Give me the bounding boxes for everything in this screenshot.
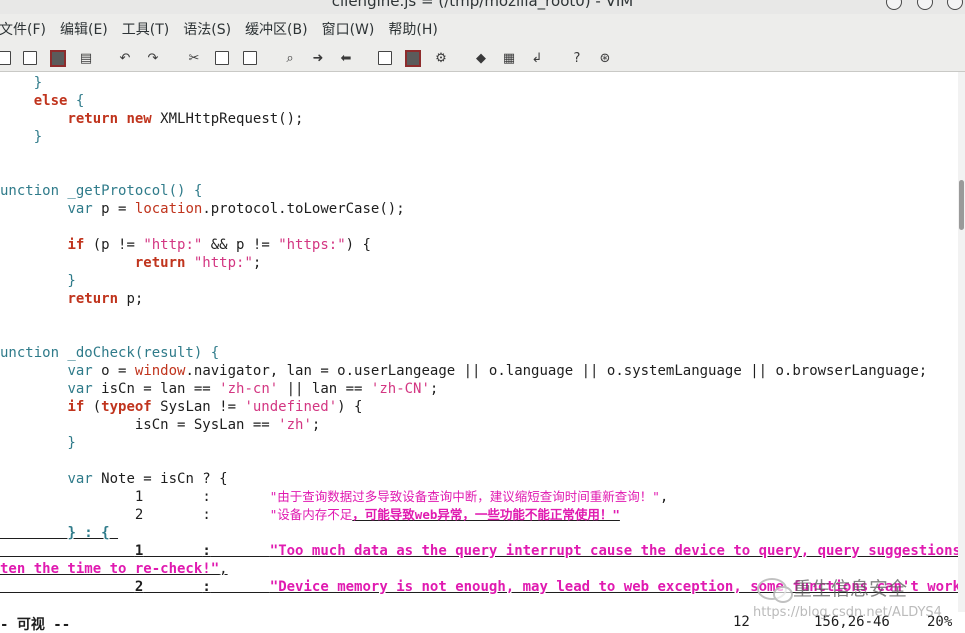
toolbar: ▤ ↶ ↷ ✂ ⌕ ➜ ⬅ ⚙ ◆ ▦ ↲ ? ⊛: [0, 44, 965, 72]
help-icon[interactable]: ?: [569, 50, 585, 66]
cursor-position: 156,26-46: [814, 614, 890, 630]
code-line: unction _doCheck(result) {: [0, 345, 220, 361]
code-line: if (typeof SysLan != 'undefined') {: [67, 399, 363, 415]
code-editor[interactable]: } else { return new XMLHttpRequest(); } …: [0, 72, 958, 612]
code-line: }: [0, 129, 43, 145]
menu-help[interactable]: 帮助(H): [381, 19, 444, 39]
selection-count: 12: [733, 614, 750, 630]
code-line: return new XMLHttpRequest();: [67, 111, 304, 127]
redo-icon[interactable]: ↷: [145, 50, 161, 66]
menu-syntax[interactable]: 语法(S): [176, 19, 238, 39]
code-line: }: [0, 273, 76, 289]
vertical-scrollbar[interactable]: [958, 72, 965, 612]
code-line: unction _getProtocol() {: [0, 183, 203, 199]
code-line: }: [0, 435, 76, 451]
code-line: return p;: [67, 291, 144, 307]
code-line: var o = window.navigator, lan = o.userLa…: [67, 363, 928, 379]
code-line: isCn = SysLan == 'zh';: [134, 417, 321, 433]
code-line: }: [0, 75, 43, 91]
undo-icon[interactable]: ↶: [117, 50, 133, 66]
print-icon[interactable]: ▤: [78, 50, 94, 66]
code-line: var Note = isCn ? {: [67, 471, 228, 487]
find-help-icon[interactable]: ⊛: [597, 50, 613, 66]
scrollbar-thumb[interactable]: [959, 180, 964, 230]
window-title: cliengine.js = (/tmp/mozilla_root0) - VI…: [331, 0, 634, 10]
paste-icon[interactable]: [242, 50, 258, 66]
mode-indicator: - 可视 --: [0, 617, 71, 633]
save-icon[interactable]: [50, 50, 66, 66]
status-line: - 可视 -- 12 156,26-46 20%: [0, 612, 965, 633]
scroll-percent: 20%: [927, 614, 953, 630]
jump-tag-icon[interactable]: ↲: [529, 50, 545, 66]
code-line: 1 : "Too much data as the query interrup…: [134, 543, 958, 559]
code-line: var isCn = lan == 'zh-cn' || lan == 'zh-…: [67, 381, 439, 397]
find-prev-icon[interactable]: ⬅: [338, 50, 354, 66]
menu-buffers[interactable]: 缓冲区(B): [238, 19, 315, 39]
menu-edit[interactable]: 编辑(E): [53, 19, 115, 39]
code-line: } : {: [67, 525, 110, 541]
code-line: return "http:";: [134, 255, 262, 271]
open-icon[interactable]: [0, 50, 12, 66]
code-line: else {: [33, 93, 85, 109]
save-session-icon[interactable]: [22, 50, 38, 66]
find-icon[interactable]: ⌕: [282, 50, 298, 66]
save-session-file-icon[interactable]: [405, 50, 421, 66]
tags-icon[interactable]: ▦: [501, 50, 517, 66]
menu-tools[interactable]: 工具(T): [115, 19, 176, 39]
make-icon[interactable]: ◆: [473, 50, 489, 66]
code-line: 1 : "由于查询数据过多导致设备查询中断，建议缩短查询时间重新查询！",: [134, 489, 669, 505]
copy-icon[interactable]: [214, 50, 230, 66]
menu-window[interactable]: 窗口(W): [315, 19, 382, 39]
title-bar: cliengine.js = (/tmp/mozilla_root0) - VI…: [0, 0, 965, 14]
run-script-icon[interactable]: ⚙: [433, 50, 449, 66]
code-line: 2 : "设备内存不足，可能导致web异常，一些功能不能正常使用！": [134, 507, 620, 523]
find-next-icon[interactable]: ➜: [310, 50, 326, 66]
code-line: 2 : "Device memory is not enough, may le…: [134, 579, 958, 595]
load-session-icon[interactable]: [377, 50, 393, 66]
code-line: ten the time to re-check!",: [0, 561, 228, 577]
menu-bar: 文件(F) 编辑(E) 工具(T) 语法(S) 缓冲区(B) 窗口(W) 帮助(…: [0, 14, 965, 44]
code-line: if (p != "http:" && p != "https:") {: [67, 237, 371, 253]
code-line: var p = location.protocol.toLowerCase();: [67, 201, 405, 217]
menu-file[interactable]: 文件(F): [0, 19, 53, 39]
cut-icon[interactable]: ✂: [186, 50, 202, 66]
